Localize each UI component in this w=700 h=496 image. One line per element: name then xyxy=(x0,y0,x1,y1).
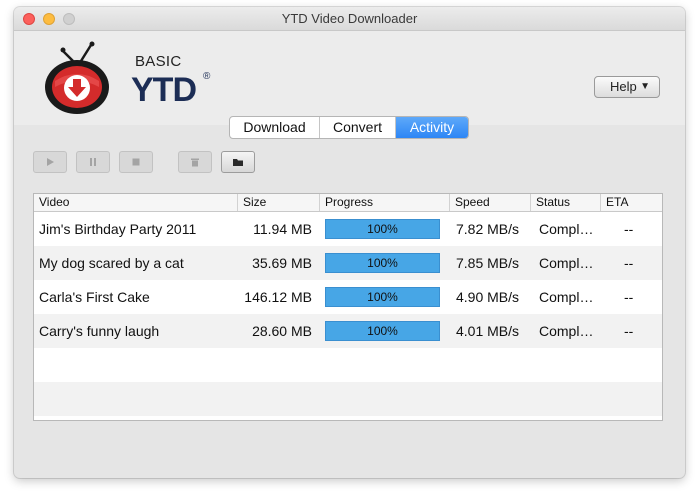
trash-icon xyxy=(191,158,199,167)
download-eta: -- xyxy=(624,289,634,305)
video-size: 28.60 MB xyxy=(252,323,312,339)
app-window: YTD Video Downloader BASIC YTD ® Help ▼ xyxy=(14,7,685,478)
column-header-size[interactable]: Size xyxy=(237,194,319,211)
download-status: Compl… xyxy=(539,221,594,237)
video-name: My dog scared by a cat xyxy=(39,255,184,271)
video-size: 11.94 MB xyxy=(253,221,312,237)
table-row[interactable]: Jim's Birthday Party 2011 11.94 MB 100% … xyxy=(34,212,662,246)
logo-registered-mark: ® xyxy=(203,71,211,82)
progress-bar: 100% xyxy=(325,321,440,341)
download-speed: 4.90 MB/s xyxy=(456,289,520,305)
download-status: Compl… xyxy=(539,255,594,271)
activity-table[interactable]: Video Size Progress Speed Status ETA Jim… xyxy=(33,193,663,421)
column-header-progress[interactable]: Progress xyxy=(319,194,449,211)
column-header-video[interactable]: Video xyxy=(34,194,237,211)
progress-bar: 100% xyxy=(325,287,440,307)
download-status: Compl… xyxy=(539,323,594,339)
main-tabs: Download Convert Activity xyxy=(229,116,469,139)
window-title: YTD Video Downloader xyxy=(281,11,418,26)
pause-icon xyxy=(90,158,96,166)
tab-activity[interactable]: Activity xyxy=(396,117,468,138)
column-header-status[interactable]: Status xyxy=(530,194,600,211)
play-button[interactable] xyxy=(33,151,67,173)
table-row[interactable]: Carla's First Cake 146.12 MB 100% 4.90 M… xyxy=(34,280,662,314)
header-area: BASIC YTD ® Help ▼ xyxy=(14,31,685,125)
logo-ytd-text: YTD xyxy=(131,71,197,109)
download-speed: 7.82 MB/s xyxy=(456,221,520,237)
progress-bar: 100% xyxy=(325,253,440,273)
zoom-window-button[interactable] xyxy=(63,13,75,25)
video-name: Carry's funny laugh xyxy=(39,323,160,339)
tab-download[interactable]: Download xyxy=(230,117,320,138)
video-name: Carla's First Cake xyxy=(39,289,150,305)
minimize-window-button[interactable] xyxy=(43,13,55,25)
progress-bar: 100% xyxy=(325,219,440,239)
empty-table-row xyxy=(34,348,662,382)
play-icon xyxy=(47,158,54,166)
table-row[interactable]: My dog scared by a cat 35.69 MB 100% 7.8… xyxy=(34,246,662,280)
chevron-down-icon: ▼ xyxy=(640,81,650,92)
help-button[interactable]: Help ▼ xyxy=(594,76,660,98)
title-bar[interactable]: YTD Video Downloader xyxy=(14,7,685,31)
table-header: Video Size Progress Speed Status ETA xyxy=(34,194,662,212)
stop-button[interactable] xyxy=(119,151,153,173)
folder-icon xyxy=(233,159,243,166)
tab-convert[interactable]: Convert xyxy=(320,117,396,138)
download-eta: -- xyxy=(624,255,634,271)
download-eta: -- xyxy=(624,221,634,237)
video-name: Jim's Birthday Party 2011 xyxy=(39,221,197,237)
column-header-speed[interactable]: Speed xyxy=(449,194,530,211)
download-status: Compl… xyxy=(539,289,594,305)
close-window-button[interactable] xyxy=(23,13,35,25)
empty-table-row xyxy=(34,382,662,416)
column-header-eta[interactable]: ETA xyxy=(600,194,662,211)
delete-button[interactable] xyxy=(178,151,212,173)
table-row[interactable]: Carry's funny laugh 28.60 MB 100% 4.01 M… xyxy=(34,314,662,348)
video-size: 35.69 MB xyxy=(252,255,312,271)
pause-button[interactable] xyxy=(76,151,110,173)
download-speed: 7.85 MB/s xyxy=(456,255,520,271)
video-size: 146.12 MB xyxy=(244,289,312,305)
stop-icon xyxy=(132,158,140,166)
ytd-logo: BASIC YTD ® xyxy=(41,37,210,117)
help-button-label: Help xyxy=(610,79,637,94)
tv-logo-icon xyxy=(45,41,109,114)
download-eta: -- xyxy=(624,323,634,339)
open-folder-button[interactable] xyxy=(221,151,255,173)
download-speed: 4.01 MB/s xyxy=(456,323,520,339)
logo-basic-text: BASIC xyxy=(135,53,182,70)
